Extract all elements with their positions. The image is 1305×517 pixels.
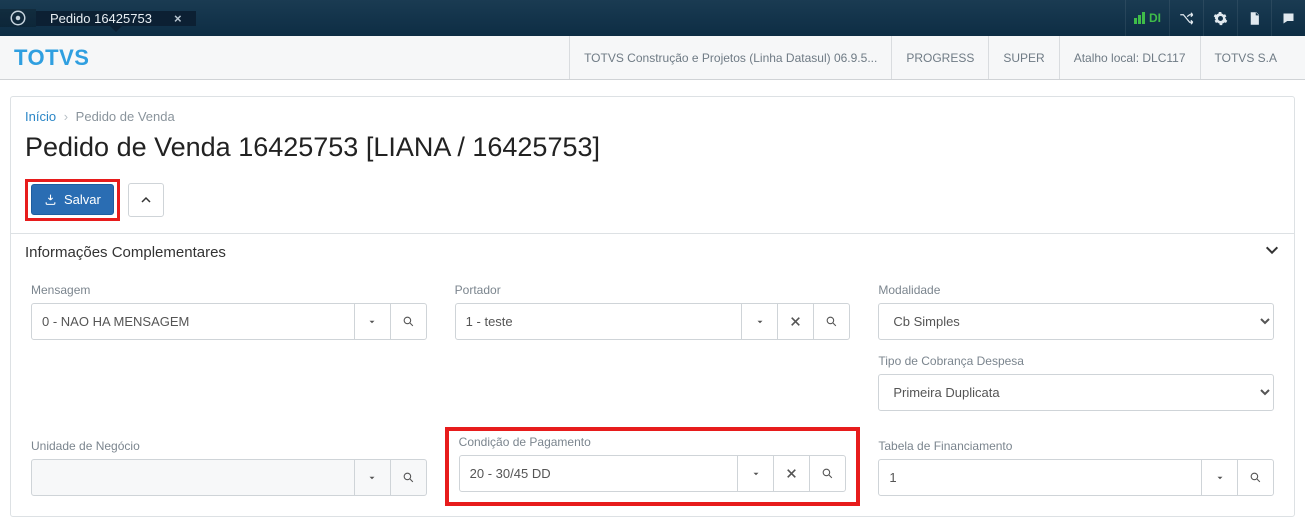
highlight-condicao: Condição de Pagamento	[445, 427, 861, 506]
signal-icon	[1134, 12, 1145, 24]
condicao-label: Condição de Pagamento	[459, 435, 847, 449]
condicao-search-button[interactable]	[809, 456, 845, 491]
condicao-combo	[459, 455, 847, 492]
topbar: Pedido 16425753 × DI	[0, 0, 1305, 36]
tabela-financ-dropdown-button[interactable]	[1201, 460, 1237, 495]
crumb-product[interactable]: TOTVS Construção e Projetos (Linha Datas…	[569, 36, 891, 79]
search-icon	[402, 315, 415, 328]
close-icon[interactable]: ×	[174, 11, 182, 26]
condicao-input[interactable]	[460, 456, 738, 491]
section-title: Informações Complementares	[25, 244, 226, 261]
tabela-financ-input[interactable]	[879, 460, 1201, 495]
tipo-cobranca-label: Tipo de Cobrança Despesa	[878, 354, 1274, 368]
portador-clear-button[interactable]	[777, 304, 813, 339]
shuffle-icon	[1179, 11, 1194, 26]
unidade-input[interactable]	[32, 460, 354, 495]
breadcrumb: Início › Pedido de Venda	[11, 97, 1294, 130]
portador-search-button[interactable]	[813, 304, 849, 339]
modalidade-label: Modalidade	[878, 283, 1274, 297]
search-icon	[1249, 471, 1262, 484]
mensagem-label: Mensagem	[31, 283, 427, 297]
tab-title: Pedido 16425753	[50, 11, 152, 26]
active-tab[interactable]: Pedido 16425753 ×	[36, 11, 196, 26]
home-icon-button[interactable]	[0, 9, 36, 27]
crumb-user[interactable]: SUPER	[988, 36, 1058, 79]
form-row-2: Unidade de Negócio Condição de Pagamento	[31, 431, 1274, 496]
di-label: DI	[1149, 11, 1161, 25]
unidade-combo	[31, 459, 427, 496]
crumb-progress[interactable]: PROGRESS	[891, 36, 988, 79]
x-icon	[789, 315, 802, 328]
portador-input[interactable]	[456, 304, 742, 339]
circle-dash-icon	[9, 9, 27, 27]
caret-down-icon	[751, 469, 761, 479]
breadcrumb-home[interactable]: Início	[25, 109, 56, 124]
highlight-salvar: Salvar	[25, 179, 120, 221]
signal-di-button[interactable]: DI	[1125, 0, 1169, 36]
search-icon	[821, 467, 834, 480]
caret-down-icon	[1215, 473, 1225, 483]
field-group-right: Modalidade Cb Simples Tipo de Cobrança D…	[878, 283, 1274, 411]
topbar-right: DI	[1125, 0, 1305, 36]
crumb-company[interactable]: TOTVS S.A	[1200, 36, 1291, 79]
modalidade-select[interactable]: Cb Simples	[878, 303, 1274, 340]
page-card: Início › Pedido de Venda Pedido de Venda…	[10, 96, 1295, 517]
brand-row: TOTVS TOTVS Construção e Projetos (Linha…	[0, 36, 1305, 80]
section-header[interactable]: Informações Complementares	[11, 233, 1294, 271]
field-unidade-negocio: Unidade de Negócio	[31, 439, 427, 496]
tipo-cobranca-select[interactable]: Primeira Duplicata	[878, 374, 1274, 411]
settings-button[interactable]	[1203, 0, 1237, 36]
mensagem-combo	[31, 303, 427, 340]
chat-button[interactable]	[1271, 0, 1305, 36]
field-mensagem: Mensagem	[31, 283, 427, 411]
field-modalidade: Modalidade Cb Simples	[878, 283, 1274, 340]
shuffle-button[interactable]	[1169, 0, 1203, 36]
chat-icon	[1281, 11, 1296, 26]
tabela-financ-combo	[878, 459, 1274, 496]
breadcrumb-current: Pedido de Venda	[76, 109, 175, 124]
search-icon	[402, 471, 415, 484]
mensagem-search-button[interactable]	[390, 304, 426, 339]
unidade-label: Unidade de Negócio	[31, 439, 427, 453]
caret-down-icon	[755, 317, 765, 327]
search-icon	[825, 315, 838, 328]
field-tabela-financiamento: Tabela de Financiamento	[878, 439, 1274, 496]
condicao-clear-button[interactable]	[773, 456, 809, 491]
x-icon	[785, 467, 798, 480]
unidade-dropdown-button[interactable]	[354, 460, 390, 495]
collapse-up-button[interactable]	[128, 183, 164, 217]
caret-down-icon	[367, 473, 377, 483]
brand-crumbs: TOTVS Construção e Projetos (Linha Datas…	[569, 36, 1291, 79]
topbar-left: Pedido 16425753 ×	[0, 0, 196, 36]
field-condicao-pagamento-wrap: Condição de Pagamento	[455, 431, 851, 496]
file-icon	[1247, 11, 1262, 26]
portador-combo	[455, 303, 851, 340]
form-row-1: Mensagem Portador	[31, 283, 1274, 411]
action-row: Salvar	[11, 179, 1294, 233]
mensagem-dropdown-button[interactable]	[354, 304, 390, 339]
save-button[interactable]: Salvar	[31, 184, 114, 215]
unidade-search-button[interactable]	[390, 460, 426, 495]
chevron-right-icon: ›	[64, 109, 68, 124]
crumb-shortcut[interactable]: Atalho local: DLC117	[1059, 36, 1200, 79]
chevron-up-icon	[140, 194, 152, 206]
condicao-dropdown-button[interactable]	[737, 456, 773, 491]
portador-label: Portador	[455, 283, 851, 297]
page-title: Pedido de Venda 16425753 [LIANA / 164257…	[11, 130, 1294, 179]
field-portador: Portador	[455, 283, 851, 411]
portador-dropdown-button[interactable]	[741, 304, 777, 339]
mensagem-input[interactable]	[32, 304, 354, 339]
tabela-financ-search-button[interactable]	[1237, 460, 1273, 495]
gear-icon	[1213, 11, 1228, 26]
field-tipo-cobranca: Tipo de Cobrança Despesa Primeira Duplic…	[878, 354, 1274, 411]
chevron-down-icon[interactable]	[1264, 242, 1280, 263]
document-button[interactable]	[1237, 0, 1271, 36]
brand-logo[interactable]: TOTVS	[14, 45, 89, 71]
caret-down-icon	[367, 317, 377, 327]
tabela-financ-label: Tabela de Financiamento	[878, 439, 1274, 453]
save-label: Salvar	[64, 192, 101, 207]
form-body: Mensagem Portador	[11, 271, 1294, 516]
download-icon	[44, 193, 57, 206]
